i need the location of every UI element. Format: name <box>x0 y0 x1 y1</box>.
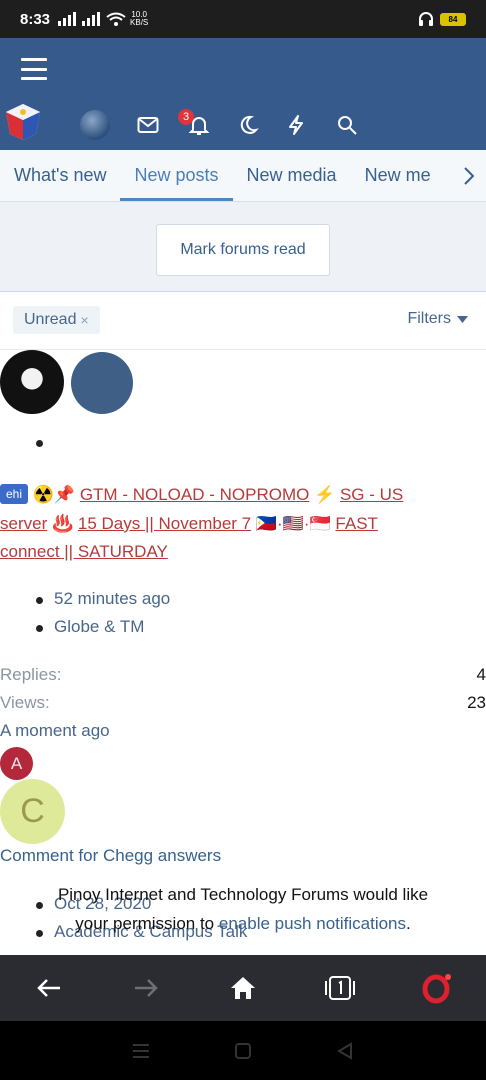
flag-emoji-icon: 🇵🇭·🇺🇸·🇸🇬 <box>255 513 331 533</box>
user-avatar[interactable] <box>80 110 110 140</box>
action-bar: Mark forums read <box>0 202 486 292</box>
filters-button[interactable]: Filters <box>407 310 468 328</box>
recents-icon[interactable] <box>132 1043 150 1059</box>
thread-forum[interactable]: Globe & TM <box>36 613 170 641</box>
push-prompt-line2: your permission to enable push notificat… <box>0 909 486 938</box>
thread-title-link-6[interactable]: connect || SATURDAY <box>0 542 168 561</box>
battery-icon: 84 <box>440 12 466 26</box>
thread-starter-avatar[interactable] <box>0 350 64 414</box>
signal-icon <box>58 12 77 26</box>
push-prompt-period: . <box>406 914 411 933</box>
lightning-emoji-icon: ⚡ <box>314 485 336 504</box>
thread-time[interactable]: 52 minutes ago <box>36 585 170 613</box>
mark-forums-read-button[interactable]: Mark forums read <box>156 224 330 276</box>
tab-new-posts[interactable]: New posts <box>120 150 233 201</box>
push-prompt-line1: Pinoy Internet and Technology Forums wou… <box>57 885 429 904</box>
chevron-right-icon[interactable] <box>452 150 486 201</box>
push-prompt-text: your permission to <box>75 914 215 933</box>
status-bar: 8:33 10.0 KB/S 84 <box>0 0 486 38</box>
replies-stat: Replies: 4 <box>0 665 486 685</box>
site-logo[interactable] <box>2 100 44 142</box>
moon-icon[interactable] <box>235 112 261 138</box>
site-header: 3 <box>0 38 486 150</box>
tab-whats-new[interactable]: What's new <box>0 150 120 201</box>
bullet <box>36 440 43 447</box>
bell-icon[interactable] <box>186 112 212 138</box>
thread-title-link-5[interactable]: FAST <box>335 514 378 533</box>
tab-new-media[interactable]: New media <box>233 150 351 201</box>
home-icon[interactable] <box>219 964 267 1012</box>
push-notification-prompt: Pinoy Internet and Technology Forums wou… <box>0 880 486 938</box>
status-time: 8:33 <box>20 10 51 28</box>
thread-title: ehi ☢️📌 GTM - NOLOAD - NOPROMO ⚡ SG - US… <box>0 481 470 567</box>
thread-meta: 52 minutes ago Globe & TM <box>36 585 170 641</box>
enable-push-link[interactable]: enable push notifications <box>219 914 406 933</box>
thread-title-link-4[interactable]: 15 Days || November 7 <box>78 514 251 533</box>
last-poster-avatar[interactable] <box>71 352 133 414</box>
unread-filter-chip[interactable]: Unread × <box>13 306 100 334</box>
netspeed: 10.0 KB/S <box>130 11 148 27</box>
replies-value: 4 <box>476 665 486 684</box>
nav-tabs: What's new New posts New media New me <box>0 150 486 202</box>
caret-down-icon <box>457 315 468 323</box>
unread-chip-label: Unread <box>24 311 77 328</box>
filters-label: Filters <box>407 310 451 327</box>
replies-label: Replies: <box>0 665 62 684</box>
headphones-icon <box>419 12 433 26</box>
search-icon[interactable] <box>334 112 360 138</box>
signal-icon-2 <box>82 12 101 26</box>
mail-icon[interactable] <box>135 112 161 138</box>
forward-arrow-icon[interactable] <box>122 964 170 1012</box>
filter-bar: Unread × Filters <box>0 292 486 350</box>
views-label: Views: <box>0 693 50 712</box>
tabs-icon[interactable] <box>316 964 364 1012</box>
thread-title-link-2[interactable]: SG - US <box>340 485 403 504</box>
netspeed-unit: KB/S <box>130 18 149 27</box>
back-arrow-icon[interactable] <box>25 964 73 1012</box>
thread-title-link-3[interactable]: server <box>0 514 47 533</box>
avatar[interactable]: A <box>0 747 33 780</box>
system-navigation-bar <box>0 1021 486 1080</box>
browser-toolbar <box>0 955 486 1021</box>
thread-prefix[interactable]: ehi <box>0 484 29 504</box>
radioactive-emoji-icon: ☢️ <box>32 485 54 504</box>
thread-title-link-1[interactable]: GTM - NOLOAD - NOPROMO <box>80 485 310 504</box>
views-stat: Views: 23 <box>0 693 486 713</box>
home-button-icon[interactable] <box>234 1042 252 1060</box>
pin-emoji-icon: 📌 <box>53 485 76 504</box>
lightning-icon[interactable] <box>283 112 309 138</box>
last-post-time[interactable]: A moment ago <box>0 721 110 741</box>
menu-icon[interactable] <box>21 58 47 80</box>
thread-starter-avatar-2[interactable]: C <box>0 779 65 844</box>
status-right: 84 <box>418 11 466 27</box>
hotspring-emoji-icon: ♨️ <box>51 513 74 533</box>
opera-menu-icon[interactable] <box>413 964 461 1012</box>
tab-new-members[interactable]: New me <box>351 150 445 201</box>
back-button-icon[interactable] <box>336 1041 354 1060</box>
wifi-icon <box>106 12 126 26</box>
thread-title-2[interactable]: Comment for Chegg answers <box>0 846 221 866</box>
signal-icons: 10.0 KB/S <box>58 11 148 27</box>
views-value: 23 <box>467 693 486 712</box>
close-icon[interactable]: × <box>80 312 88 328</box>
